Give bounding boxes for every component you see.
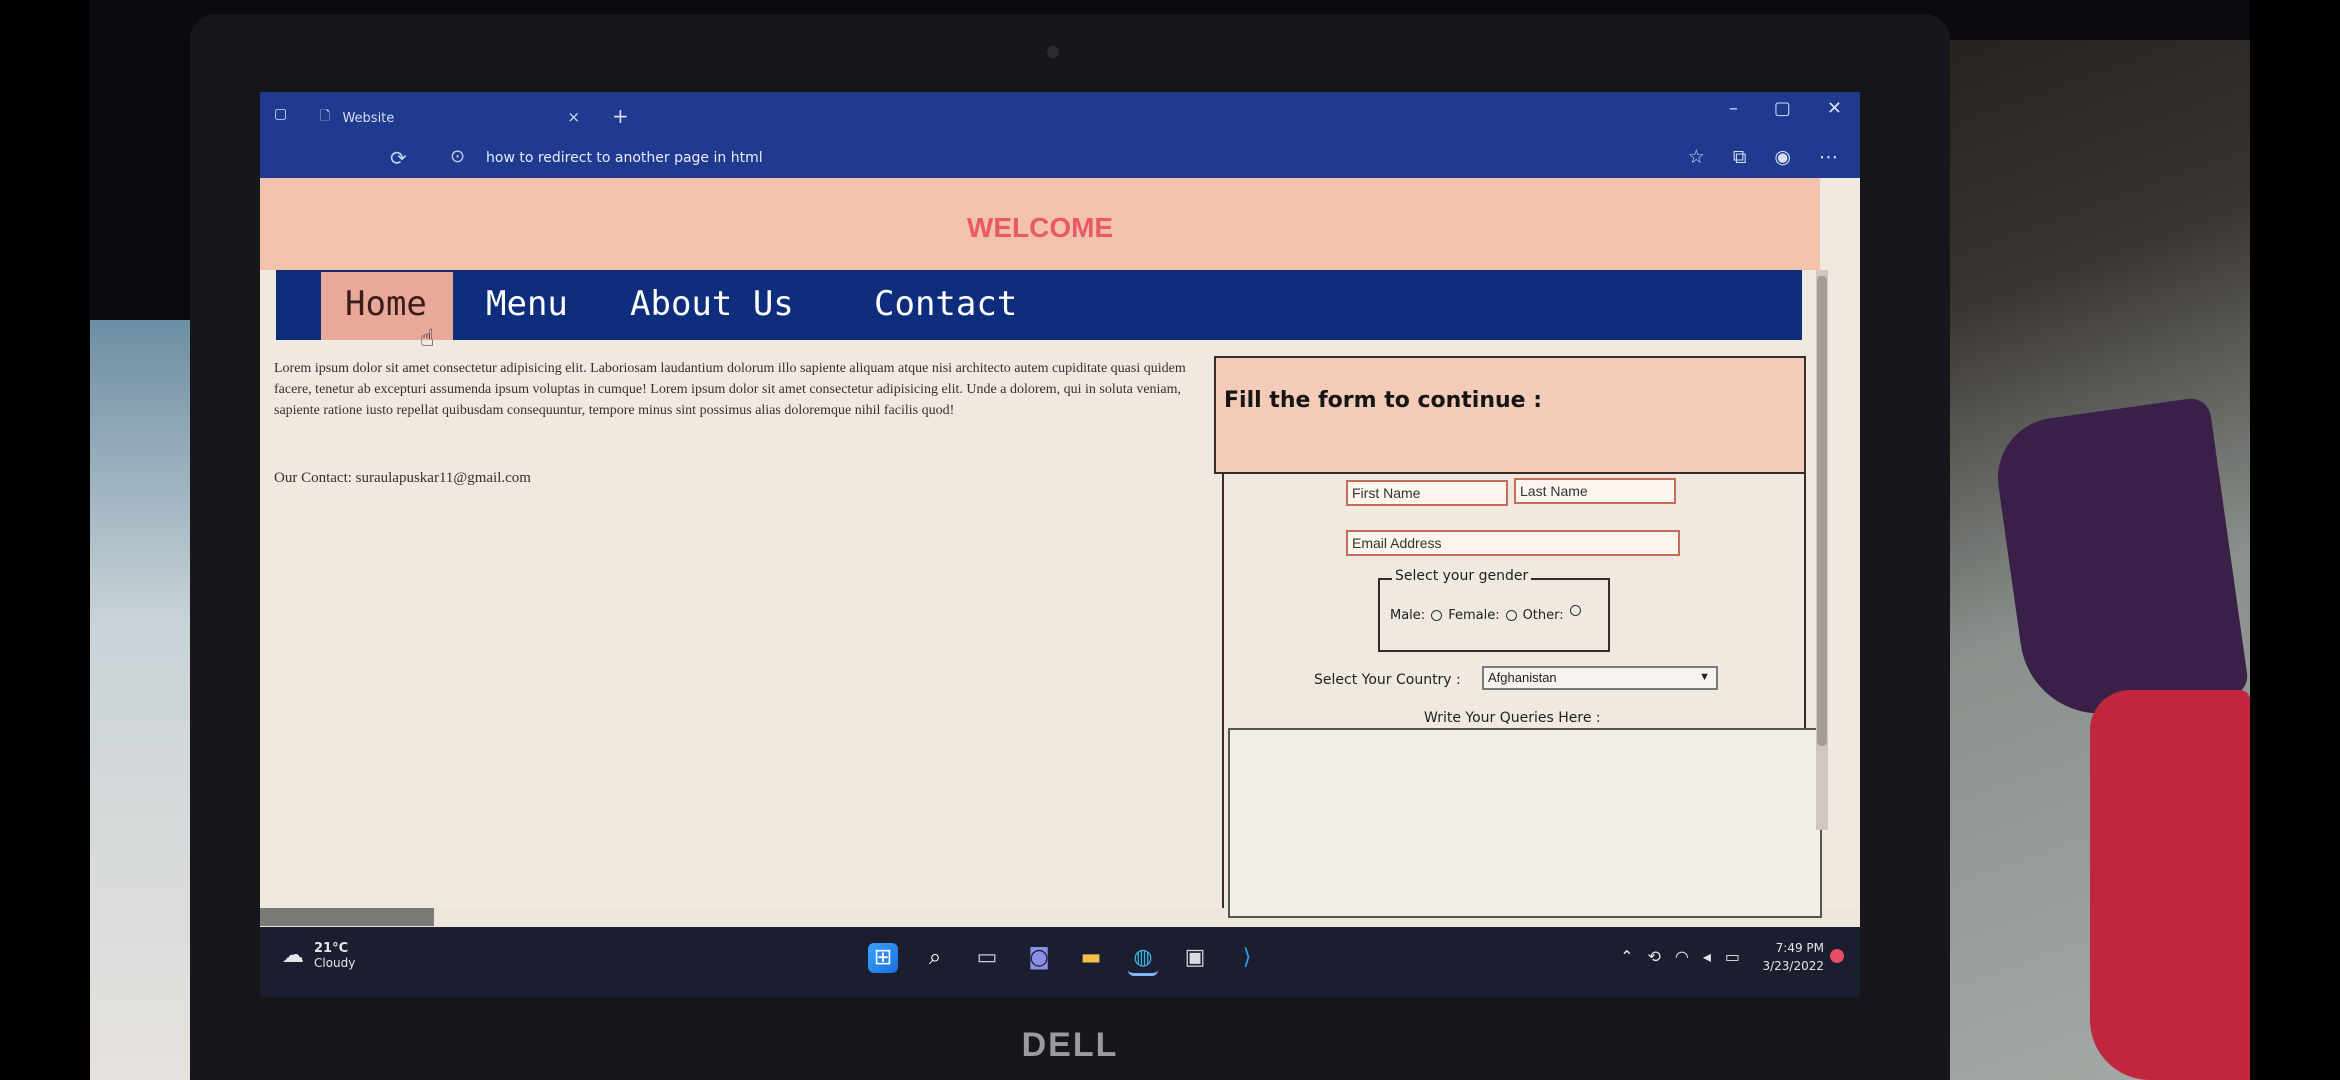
weather-widget[interactable]: ☁ 21°C Cloudy (282, 941, 355, 970)
gender-other-label: Other: (1522, 608, 1564, 623)
gender-male-label: Male: (1390, 608, 1426, 623)
browser-status-bar (260, 908, 434, 926)
contact-text: Our Contact: suraulapuskar11@gmail.com (274, 470, 531, 486)
favorite-star-icon[interactable]: ☆ (1688, 146, 1705, 168)
battery-icon[interactable]: ▭ (1725, 947, 1740, 966)
task-view-icon[interactable]: ▭ (972, 943, 1002, 973)
sync-icon[interactable]: ⟲ (1647, 947, 1660, 966)
page-scrollbar-thumb[interactable] (1817, 276, 1827, 746)
photo-background-right (2250, 0, 2340, 1080)
new-tab-button[interactable]: + (612, 104, 629, 128)
weather-temp: 21°C (314, 941, 349, 956)
minimize-button[interactable]: – (1729, 98, 1738, 119)
nav-item-contact[interactable]: Contact (874, 284, 1017, 324)
nav-item-about[interactable]: About Us (630, 284, 794, 324)
gender-female-label: Female: (1448, 608, 1500, 623)
nav-home-label: Home (345, 284, 427, 324)
nav-bar: Home Menu About Us Contact (276, 270, 1802, 340)
address-bar: ⟳ ⊙ how to redirect to another page in h… (260, 140, 1860, 178)
email-field[interactable] (1346, 530, 1680, 556)
weather-condition: Cloudy (314, 956, 356, 970)
tab-title: Website (342, 110, 395, 126)
taskbar: ☁ 21°C Cloudy ⊞ ⌕ ▭ ◙ ▬ ◍ ▣ ⟩ ⌃ ⟲ ◠ ◂ ▭ … (260, 927, 1860, 997)
store-icon[interactable]: ▣ (1180, 943, 1210, 973)
country-selected-value: Afghanistan (1488, 670, 1557, 685)
maximize-button[interactable]: ▢ (1774, 98, 1791, 119)
teams-chat-icon[interactable]: ◙ (1024, 943, 1054, 973)
gender-fieldset: Select your gender Male: Female: Other: (1378, 568, 1610, 652)
browser-tab-bar: ▢ 🗋 Website × + – ▢ ✕ (260, 92, 1860, 140)
page-title: WELCOME (966, 212, 1114, 243)
gender-options: Male: Female: Other: (1390, 605, 1581, 623)
fabric-left (90, 320, 190, 1080)
collections-icon[interactable]: ⧉ (1733, 146, 1747, 168)
notification-icon[interactable] (1830, 949, 1844, 963)
mouse-cursor-icon: ☝ (420, 324, 435, 352)
clock-date: 3/23/2022 (1762, 959, 1824, 973)
vscode-icon[interactable]: ⟩ (1232, 943, 1262, 973)
queries-textarea[interactable] (1228, 728, 1822, 918)
chevron-down-icon: ▼ (1699, 671, 1710, 683)
file-explorer-icon[interactable]: ▬ (1076, 943, 1106, 973)
fabric-red-patch (2090, 690, 2250, 1080)
more-icon[interactable]: ⋯ (1819, 146, 1838, 168)
gender-female-radio[interactable] (1505, 610, 1517, 621)
webcam-icon (1047, 46, 1059, 58)
taskbar-apps: ⊞ ⌕ ▭ ◙ ▬ ◍ ▣ ⟩ (868, 943, 1262, 976)
close-window-button[interactable]: ✕ (1827, 98, 1842, 119)
profile-icon[interactable]: ◉ (1774, 146, 1791, 168)
search-icon[interactable]: ⌕ (920, 943, 950, 973)
web-page: WELCOME Home Menu About Us Contact ☝ Lor… (260, 178, 1860, 918)
country-select[interactable]: Afghanistan ▼ (1482, 666, 1718, 690)
nav-item-menu[interactable]: Menu (486, 284, 568, 324)
form-title: Fill the form to continue : (1224, 388, 1543, 413)
gender-legend: Select your gender (1392, 568, 1532, 584)
browser-toolbar: ☆ ⧉ ◉ ⋯ (1688, 146, 1838, 168)
browser-tab[interactable]: 🗋 Website × (320, 104, 580, 132)
cloud-icon: ☁ (282, 943, 304, 968)
tab-actions-icon[interactable]: ▢ (274, 106, 287, 122)
volume-icon[interactable]: ◂ (1703, 947, 1711, 966)
window-controls: – ▢ ✕ (1729, 98, 1842, 119)
queries-label: Write Your Queries Here : (1424, 710, 1601, 726)
gender-male-radio[interactable] (1431, 610, 1443, 621)
laptop-logo: DELL (1021, 1026, 1119, 1064)
country-label: Select Your Country : (1314, 672, 1461, 688)
photo-background-left (0, 0, 90, 1080)
reload-icon[interactable]: ⟳ (390, 146, 407, 170)
tab-close-icon[interactable]: × (567, 108, 580, 126)
page-icon: 🗋 (320, 109, 331, 124)
first-name-field[interactable] (1346, 480, 1508, 506)
start-button-icon[interactable]: ⊞ (868, 943, 898, 973)
address-text[interactable]: how to redirect to another page in html (486, 150, 763, 166)
form-header: Fill the form to continue : (1214, 356, 1806, 474)
laptop-screen: ▢ 🗋 Website × + – ▢ ✕ ⟳ ⊙ how to redirec… (260, 92, 1860, 997)
site-info-icon[interactable]: ⊙ (450, 146, 465, 167)
wifi-icon[interactable]: ◠ (1675, 947, 1689, 966)
gender-other-radio[interactable] (1569, 605, 1581, 616)
chevron-up-icon[interactable]: ⌃ (1620, 947, 1633, 966)
last-name-field[interactable] (1514, 478, 1676, 504)
edge-browser-icon[interactable]: ◍ (1128, 943, 1158, 976)
body-paragraph: Lorem ipsum dolor sit amet consectetur a… (274, 361, 1186, 418)
system-tray: ⌃ ⟲ ◠ ◂ ▭ (1620, 947, 1740, 966)
clock[interactable]: 7:49 PM 3/23/2022 (1762, 939, 1824, 975)
clock-time: 7:49 PM (1775, 941, 1824, 955)
